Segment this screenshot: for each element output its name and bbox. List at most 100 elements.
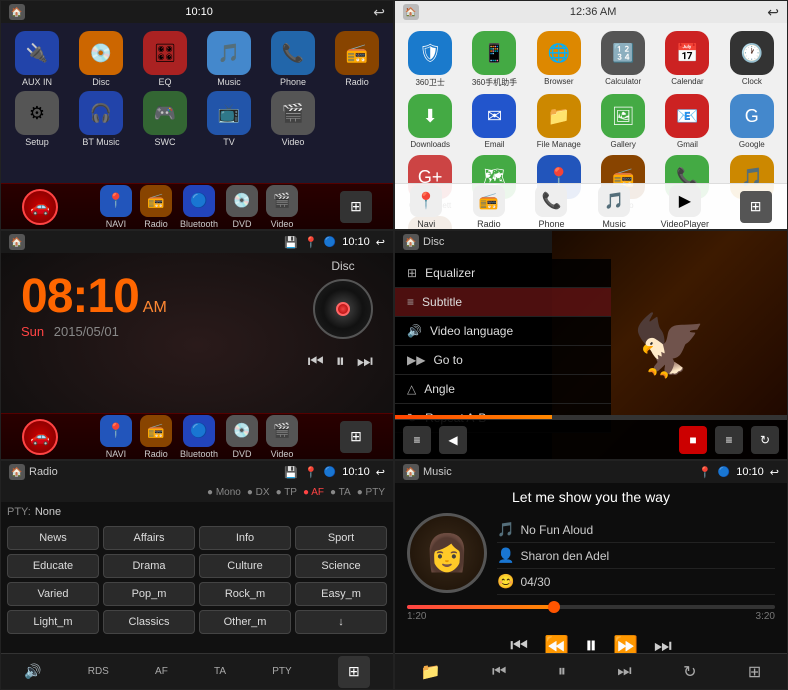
back-icon-p5[interactable]: ↩ [376, 466, 385, 479]
app-icon-disc[interactable]: 💿Disc [71, 31, 131, 87]
disc-section: Disc [313, 259, 373, 339]
grid-button-p1[interactable]: ⊞ [340, 191, 372, 223]
car-home-button-p3[interactable]: 🚗 [22, 419, 58, 455]
app-label: AUX IN [22, 77, 52, 87]
pty-button[interactable]: PTY [272, 666, 291, 677]
dvd-stop-btn[interactable]: ■ [679, 426, 707, 454]
back-icon-p3[interactable]: ↩ [376, 236, 385, 249]
grid-button-p3[interactable]: ⊞ [340, 421, 372, 453]
genre-btn-info[interactable]: Info [199, 526, 291, 550]
music-progress-container[interactable]: 1:20 3:20 [407, 605, 775, 622]
app-icon-phone[interactable]: 📞Phone [263, 31, 323, 87]
dvd-menu-item-equalizer[interactable]: ⊞Equalizer [395, 259, 611, 288]
app-icon2-file-manage[interactable]: 📁File Manage [530, 94, 588, 149]
app-icon2-clock[interactable]: 🕐Clock [723, 31, 781, 88]
bottom-bar-p1: 🚗 📍NAVI📻Radio🔵Bluetooth💿DVD🎬Video ⊞ [1, 183, 393, 229]
genre-btn-news[interactable]: News [7, 526, 99, 550]
home-icon-p4[interactable]: 🏠 [403, 234, 419, 250]
genre-btn-culture[interactable]: Culture [199, 554, 291, 578]
dvd-menu-item-angle[interactable]: △Angle [395, 375, 611, 404]
back-icon-p6[interactable]: ↩ [770, 466, 779, 479]
bottom-nav-item-video[interactable]: 🎬Video [266, 185, 298, 229]
bottom-nav-item-dvd[interactable]: 💿DVD [226, 185, 258, 229]
app-icon-swc[interactable]: 🎮SWC [135, 91, 195, 147]
back-icon-p2[interactable]: ↩ [767, 4, 779, 21]
genre-btn-affairs[interactable]: Affairs [103, 526, 195, 550]
home-icon-p3[interactable]: 🏠 [9, 234, 25, 250]
genre-btn-pop-m[interactable]: Pop_m [103, 582, 195, 606]
app-icon-setup[interactable]: ⚙Setup [7, 91, 67, 147]
app-label: SWC [155, 137, 176, 147]
next-button-p3[interactable]: ⏭ [357, 351, 373, 372]
back-icon-p1[interactable]: ↩ [373, 4, 385, 21]
app-icon2-calculator[interactable]: 🔢Calculator [594, 31, 652, 88]
dvd-repeat-btn[interactable]: ↻ [751, 426, 779, 454]
home-icon-p5[interactable]: 🏠 [9, 464, 25, 480]
genre-btn-light-m[interactable]: Light_m [7, 610, 99, 634]
app-icon2-360卫士[interactable]: 🛡360卫士 [401, 31, 459, 88]
music-grid-btn[interactable]: ⊞ [748, 662, 761, 682]
genre-btn-classics[interactable]: Classics [103, 610, 195, 634]
home-icon-p1[interactable]: 🏠 [9, 4, 25, 20]
dvd-prev-btn[interactable]: ◀ [439, 426, 467, 454]
genre-btn-other-m[interactable]: Other_m [199, 610, 291, 634]
bottom-nav2-item-radio[interactable]: 📻Radio [473, 185, 505, 229]
dvd-menu-item-subtitle[interactable]: ≡Subtitle [395, 288, 611, 317]
app-icon2-gmail[interactable]: 📧Gmail [658, 94, 716, 149]
progress-thumb[interactable] [548, 601, 560, 613]
app-icon2-google[interactable]: GGoogle [723, 94, 781, 149]
genre-btn-rock-m[interactable]: Rock_m [199, 582, 291, 606]
status-bar-p2: 🏠 12:36 AM ↩ [395, 1, 787, 23]
af-button[interactable]: AF [155, 666, 168, 677]
music-next2-btn[interactable]: ⏭ [617, 663, 631, 681]
music-prev2-btn[interactable]: ⏮ [492, 663, 506, 681]
app-icon-video[interactable]: 🎬Video [263, 91, 323, 147]
vol-icon[interactable]: 🔊 [24, 663, 41, 680]
app-icon-aux-in[interactable]: 🔌AUX IN [7, 31, 67, 87]
bottom-nav2-item-phone[interactable]: 📞Phone [535, 185, 567, 229]
app-icon2-browser[interactable]: 🌐Browser [530, 31, 588, 88]
bottom-nav-item-navi[interactable]: 📍NAVI [100, 185, 132, 229]
app-label2: Gallery [610, 140, 635, 149]
bottom-nav2-item-videoplayer[interactable]: ▶VideoPlayer [661, 185, 709, 229]
ta-button[interactable]: TA [214, 666, 226, 677]
dvd-list-btn[interactable]: ≡ [715, 426, 743, 454]
genre-btn-drama[interactable]: Drama [103, 554, 195, 578]
app-icon2-email[interactable]: ✉Email [465, 94, 523, 149]
prev-button-p3[interactable]: ⏮ [308, 351, 324, 372]
genre-btn-sport[interactable]: Sport [295, 526, 387, 550]
music-folder-btn[interactable]: 📁 [421, 662, 441, 682]
pause-button-p3[interactable]: ⏸ [336, 351, 345, 372]
app-icon-bt-music[interactable]: 🎧BT Music [71, 91, 131, 147]
dvd-menu-btn[interactable]: ≡ [403, 426, 431, 454]
music-pause2-btn[interactable]: ⏸ [558, 663, 566, 681]
grid-button-p5[interactable]: ⊞ [338, 656, 370, 688]
genre-btn-educate[interactable]: Educate [7, 554, 99, 578]
bottom-nav2-item-navi[interactable]: 📍Navi [410, 185, 442, 229]
icon-box: 🎵 [207, 31, 251, 75]
bottom-nav-item-bluetooth[interactable]: 🔵Bluetooth [180, 185, 218, 229]
app-icon2-downloads[interactable]: ⬇Downloads [401, 94, 459, 149]
music-repeat-btn[interactable]: ↻ [683, 662, 696, 682]
bottom-nav-item-radio[interactable]: 📻Radio [140, 185, 172, 229]
app-icon-eq[interactable]: 🎛EQ [135, 31, 195, 87]
bottom-nav2-item-music[interactable]: 🎵Music [598, 185, 630, 229]
dvd-menu-item-go-to[interactable]: ▶▶Go to [395, 346, 611, 375]
app-icon2-360手机助手[interactable]: 📱360手机助手 [465, 31, 523, 88]
genre-btn-easy-m[interactable]: Easy_m [295, 582, 387, 606]
app-icon-radio[interactable]: 📻Radio [327, 31, 387, 87]
genre-btn-science[interactable]: Science [295, 554, 387, 578]
genre-btn-varied[interactable]: Varied [7, 582, 99, 606]
app-icon2-gallery[interactable]: 🖼Gallery [594, 94, 652, 149]
dvd-menu-item-video-language[interactable]: 🔊Video language [395, 317, 611, 346]
home-icon-p2[interactable]: 🏠 [403, 4, 419, 20]
car-home-button[interactable]: 🚗 [22, 189, 58, 225]
genre-btn--[interactable]: ↓ [295, 610, 387, 634]
home-icon-p6[interactable]: 🏠 [403, 464, 419, 480]
rds-button[interactable]: RDS [88, 666, 109, 677]
app-icon-music[interactable]: 🎵Music [199, 31, 259, 87]
app-grid-p1: 🔌AUX IN💿Disc🎛EQ🎵Music📞Phone📻Radio ⚙Setup🎧… [1, 23, 393, 155]
grid-button-p2[interactable]: ⊞ [740, 191, 772, 223]
app-icon-tv[interactable]: 📺TV [199, 91, 259, 147]
app-icon2-calendar[interactable]: 📅Calendar [658, 31, 716, 88]
